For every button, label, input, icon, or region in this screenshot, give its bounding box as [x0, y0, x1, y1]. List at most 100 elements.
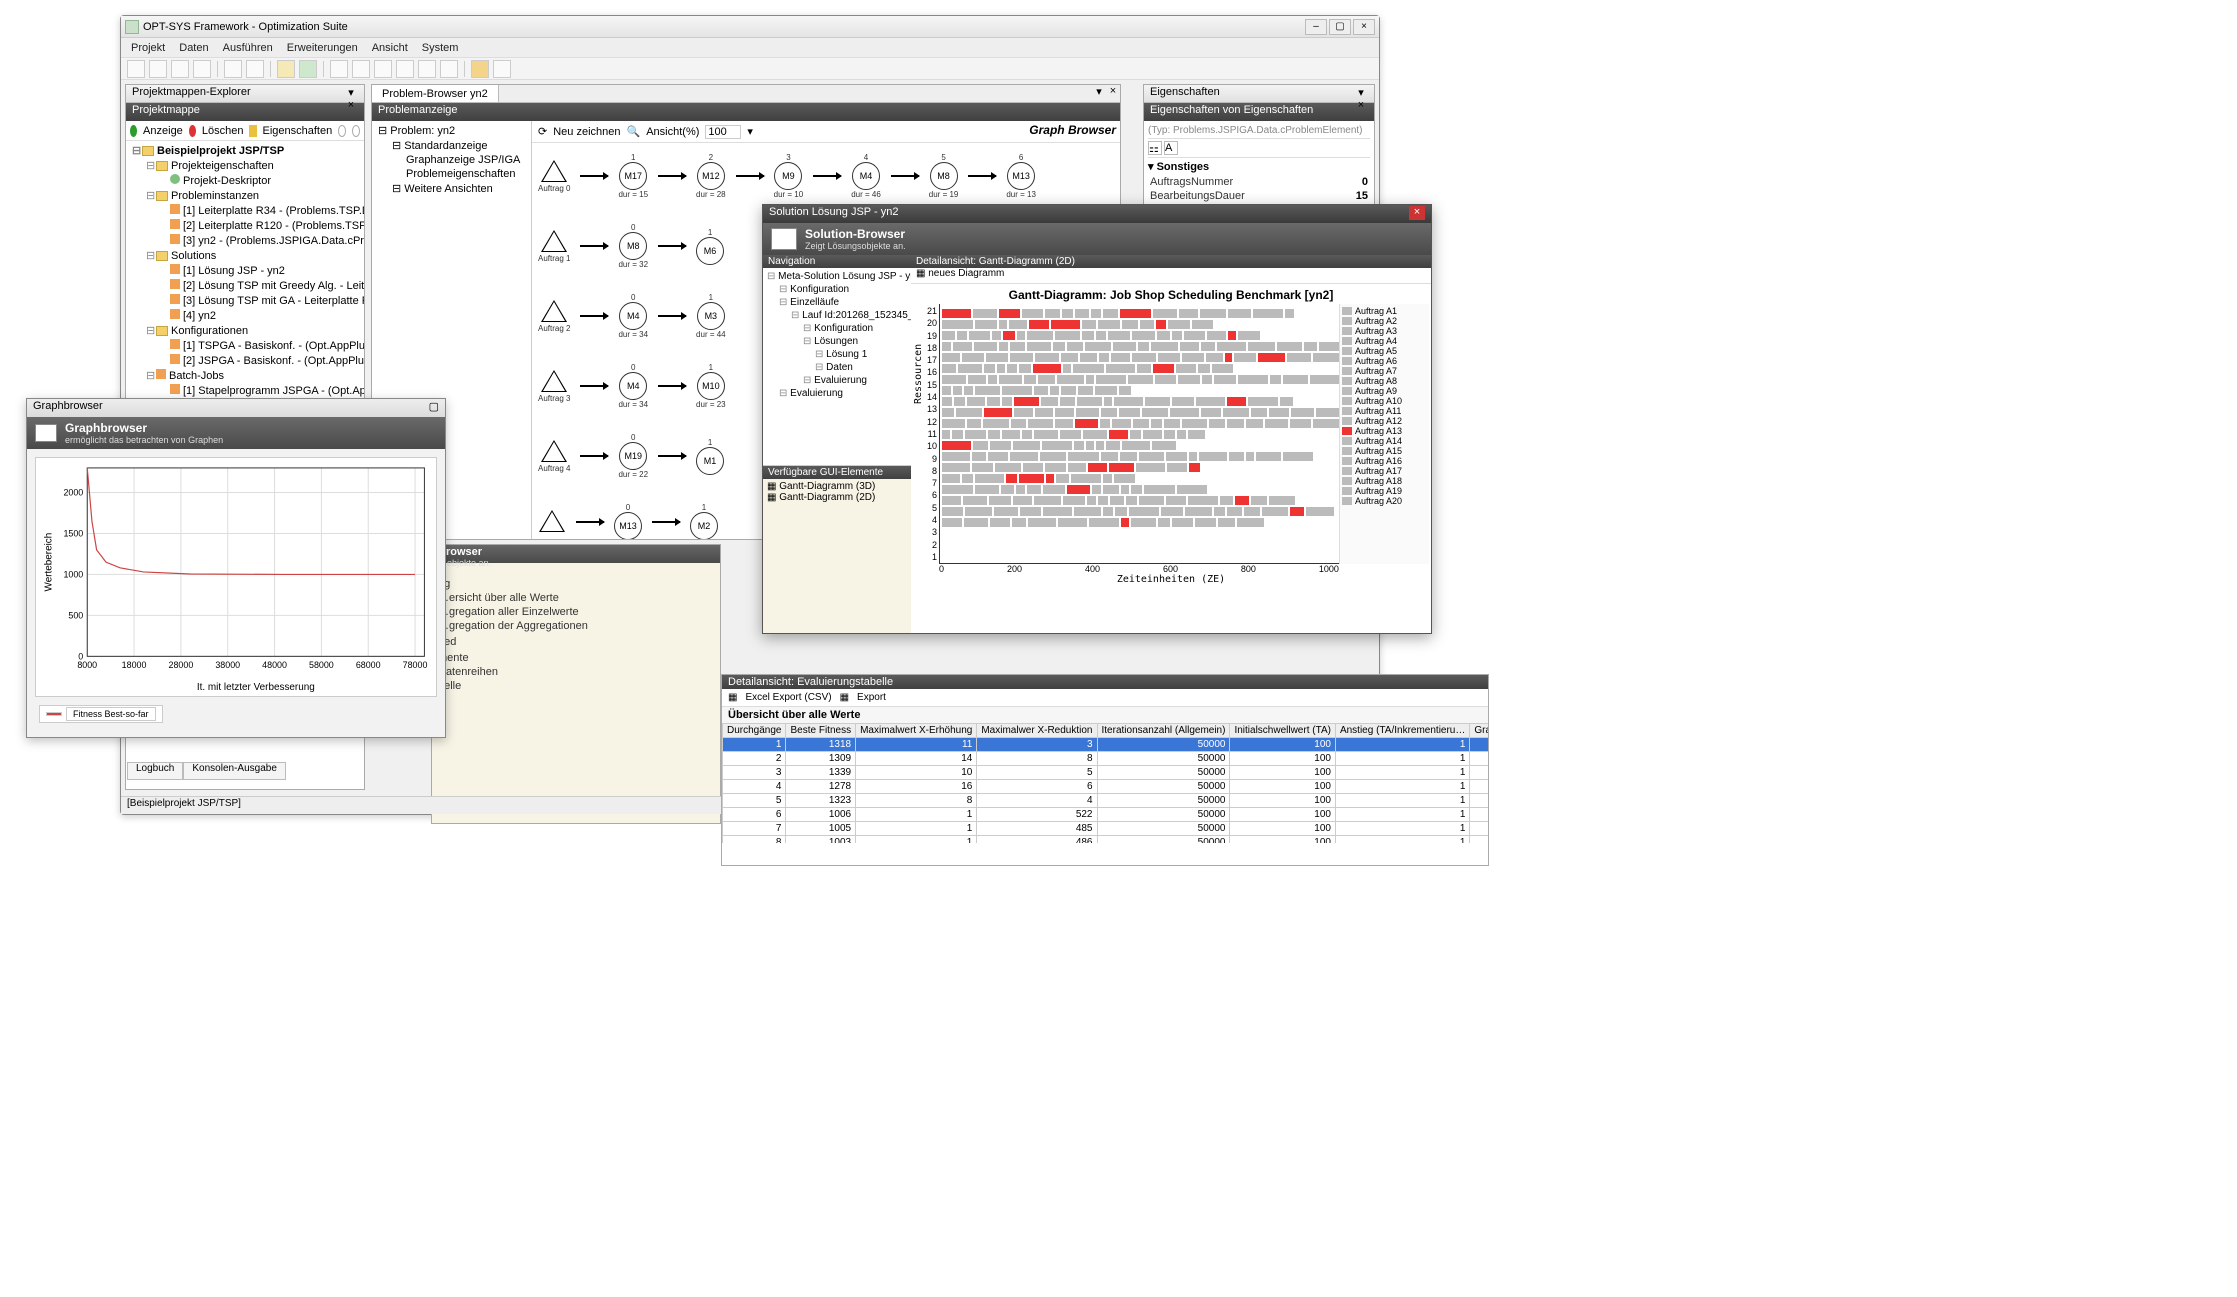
tool-view5-icon[interactable] — [418, 60, 436, 78]
new-diagram-button[interactable]: neues Diagramm — [928, 268, 1004, 279]
tab-logbuch[interactable]: Logbuch — [127, 762, 183, 780]
props-cat-icon[interactable]: A — [1164, 141, 1178, 155]
maximize-button[interactable]: ▢ — [1329, 19, 1351, 35]
nav-tree-item[interactable]: ⊟ Meta-Solution Lösung JSP - yn… — [765, 270, 909, 283]
tree-item[interactable]: ⊟Konfigurationen — [126, 323, 364, 338]
props-sort-icon[interactable]: ⚏ — [1148, 141, 1162, 155]
props-tab[interactable]: Eigenschaften — [1150, 86, 1220, 101]
tool-new-icon[interactable] — [127, 60, 145, 78]
doc-tab[interactable]: Problem-Browser yn2 — [372, 85, 499, 102]
tree-item[interactable]: ⊟Solutions — [126, 248, 364, 263]
problem-tree-item[interactable]: ⊟ Standardanzeige — [374, 138, 529, 153]
props-icon[interactable] — [249, 125, 256, 137]
tree-item[interactable]: [2] Leiterplatte R120 - (Problems.TSP.Da… — [126, 218, 364, 233]
expand-icon[interactable]: ▾ — [1148, 161, 1157, 173]
solution-nav-tree[interactable]: ⊟ Meta-Solution Lösung JSP - yn…⊟ Konfig… — [763, 268, 911, 466]
view-label[interactable]: Anzeige — [143, 125, 183, 137]
tree-item[interactable]: Projekt-Deskriptor — [126, 173, 364, 188]
nav-tree-item[interactable]: ⊟ Lösung 1 — [765, 348, 909, 361]
table-row[interactable]: 412781665000010011100011 — [723, 780, 1489, 794]
eval-table[interactable]: DurchgängeBeste FitnessMaximalwert X-Erh… — [722, 723, 1488, 843]
menu-projekt[interactable]: Projekt — [131, 42, 165, 54]
excel-export-button[interactable]: Excel Export (CSV) — [745, 692, 831, 703]
minimize-button[interactable]: – — [1305, 19, 1327, 35]
table-row[interactable]: 113181135000010011100011 — [723, 738, 1489, 752]
export-button[interactable]: Export — [857, 692, 886, 703]
props-label[interactable]: Eigenschaften — [263, 125, 333, 137]
tree-item[interactable]: [1] TSPGA - Basiskonf. - (Opt.AppPlugins… — [126, 338, 364, 353]
tree-item[interactable]: ⊟Probleminstanzen — [126, 188, 364, 203]
problem-tree-item[interactable]: Problemeigenschaften — [374, 167, 529, 181]
doc-tab-close-icon[interactable]: × — [1106, 85, 1120, 102]
gb-max-icon[interactable]: ▢ — [429, 400, 439, 416]
tree-item[interactable]: [2] JSPGA - Basiskonf. - (Opt.AppPlugins… — [126, 353, 364, 368]
nav-tree-item[interactable]: ⊟ Konfiguration — [765, 322, 909, 335]
zoom-dropdown-icon[interactable]: ▾ — [747, 125, 753, 138]
menu-ansicht[interactable]: Ansicht — [372, 42, 408, 54]
property-row[interactable]: AuftragsNummer0 — [1148, 175, 1370, 189]
search-icon[interactable] — [352, 125, 360, 137]
props-close-icon[interactable]: ▾ × — [1354, 86, 1368, 101]
nav-tree-item[interactable]: ⊟ Einzelläufe — [765, 296, 909, 309]
tool-run-icon[interactable] — [277, 60, 295, 78]
tool-export-icon[interactable] — [471, 60, 489, 78]
tab-konsole[interactable]: Konsolen-Ausgabe — [183, 762, 286, 780]
excel-icon[interactable]: ▦ — [728, 692, 737, 703]
tree-item[interactable]: ⊟Beispielprojekt JSP/TSP — [126, 143, 364, 158]
delete-label[interactable]: Löschen — [202, 125, 244, 137]
doc-tab-dropdown-icon[interactable]: ▾ — [1092, 85, 1106, 102]
explorer-pin-icon[interactable]: ▾ × — [344, 86, 358, 101]
tool-save-icon[interactable] — [171, 60, 189, 78]
problem-tree-item[interactable]: ⊟ Problem: yn2 — [374, 123, 529, 138]
menu-system[interactable]: System — [422, 42, 459, 54]
zoom-input[interactable] — [705, 125, 741, 139]
gui-item[interactable]: ▦ Gantt-Diagramm (3D) — [767, 481, 907, 492]
gui-elements-list[interactable]: ▦ Gantt-Diagramm (3D)▦ Gantt-Diagramm (2… — [763, 479, 911, 633]
explorer-tab[interactable]: Projektmappen-Explorer — [132, 86, 251, 101]
tree-item[interactable]: [3] yn2 - (Problems.JSPIGA.Data.cProblem… — [126, 233, 364, 248]
tool-delete-icon[interactable] — [246, 60, 264, 78]
redraw-label[interactable]: Neu zeichnen — [553, 126, 620, 138]
nav-tree-item[interactable]: ⊟ Lösungen — [765, 335, 909, 348]
tool-view1-icon[interactable] — [330, 60, 348, 78]
gantt-chart[interactable]: Gantt-Diagramm: Job Shop Scheduling Benc… — [911, 284, 1431, 633]
tree-item[interactable]: [1] Lösung JSP - yn2 — [126, 263, 364, 278]
table-row[interactable]: 51323845000010011100011 — [723, 794, 1489, 808]
tree-item[interactable]: [1] Stapelprogramm JSPGA - (Opt.AppPlugi… — [126, 383, 364, 398]
view-icon[interactable] — [130, 125, 137, 137]
tool-view3-icon[interactable] — [374, 60, 392, 78]
sol-close-button[interactable]: × — [1409, 206, 1425, 220]
table-row[interactable]: 213091485000010011100011 — [723, 752, 1489, 766]
tree-item[interactable]: [3] Lösung TSP mit GA - Leiterplatte R34 — [126, 293, 364, 308]
tool-copy-icon[interactable] — [224, 60, 242, 78]
nav-tree-item[interactable]: ⊟ Konfiguration — [765, 283, 909, 296]
tree-item[interactable]: [2] Lösung TSP mit Greedy Alg. - Leiterp… — [126, 278, 364, 293]
nav-tree-item[interactable]: ⊟ Evaluierung — [765, 374, 909, 387]
tree-item[interactable]: ⊟Batch-Jobs — [126, 368, 364, 383]
menu-ausfuehren[interactable]: Ausführen — [223, 42, 273, 54]
table-row[interactable]: 7100514855000010011100011 — [723, 822, 1489, 836]
redraw-icon[interactable]: ⟳ — [538, 125, 547, 138]
export-icon[interactable]: ▦ — [840, 692, 849, 703]
tree-item[interactable]: [4] yn2 — [126, 308, 364, 323]
new-diagram-icon[interactable]: ▦ — [916, 268, 928, 279]
menu-erweiterungen[interactable]: Erweiterungen — [287, 42, 358, 54]
table-row[interactable]: 8100314865000010011100011 — [723, 836, 1489, 844]
tool-view6-icon[interactable] — [440, 60, 458, 78]
property-row[interactable]: BearbeitungsDauer15 — [1148, 189, 1370, 203]
tree-item[interactable]: [1] Leiterplatte R34 - (Problems.TSP.Dat… — [126, 203, 364, 218]
table-row[interactable]: 6100615225000010011100011 — [723, 808, 1489, 822]
tool-exit-icon[interactable] — [493, 60, 511, 78]
tool-view4-icon[interactable] — [396, 60, 414, 78]
zoom-icon[interactable]: 🔍 — [627, 125, 641, 138]
tool-view2-icon[interactable] — [352, 60, 370, 78]
nav-tree-item[interactable]: ⊟ Daten — [765, 361, 909, 374]
nav-tree-item[interactable]: ⊟ Lauf Id:201268_152345_3… — [765, 309, 909, 322]
problem-tree-item[interactable]: Graphanzeige JSP/IGA — [374, 153, 529, 167]
refresh-icon[interactable] — [338, 125, 346, 137]
problem-tree-item[interactable]: ⊟ Weitere Ansichten — [374, 181, 529, 196]
tool-gear-icon[interactable] — [299, 60, 317, 78]
close-button[interactable]: × — [1353, 19, 1375, 35]
menu-daten[interactable]: Daten — [179, 42, 208, 54]
delete-icon[interactable] — [189, 125, 196, 137]
